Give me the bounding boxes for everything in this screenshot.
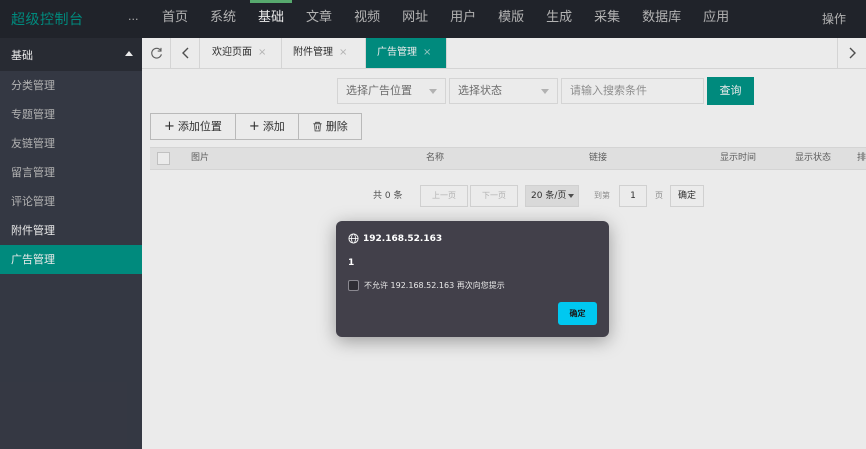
alert-dialog: 192.168.52.163 1 不允许 192.168.52.163 再次向您…	[336, 221, 609, 337]
globe-icon	[348, 233, 359, 244]
dialog-origin: 192.168.52.163	[363, 233, 443, 244]
suppress-dialogs-label: 不允许 192.168.52.163 再次向您提示	[364, 281, 505, 290]
dialog-ok-button[interactable]: 确定	[558, 302, 597, 325]
suppress-dialogs-checkbox[interactable]: 不允许 192.168.52.163 再次向您提示	[348, 280, 505, 291]
dialog-title: 192.168.52.163	[348, 233, 442, 244]
checkbox-box[interactable]	[348, 280, 359, 291]
dialog-message: 1	[348, 258, 355, 268]
